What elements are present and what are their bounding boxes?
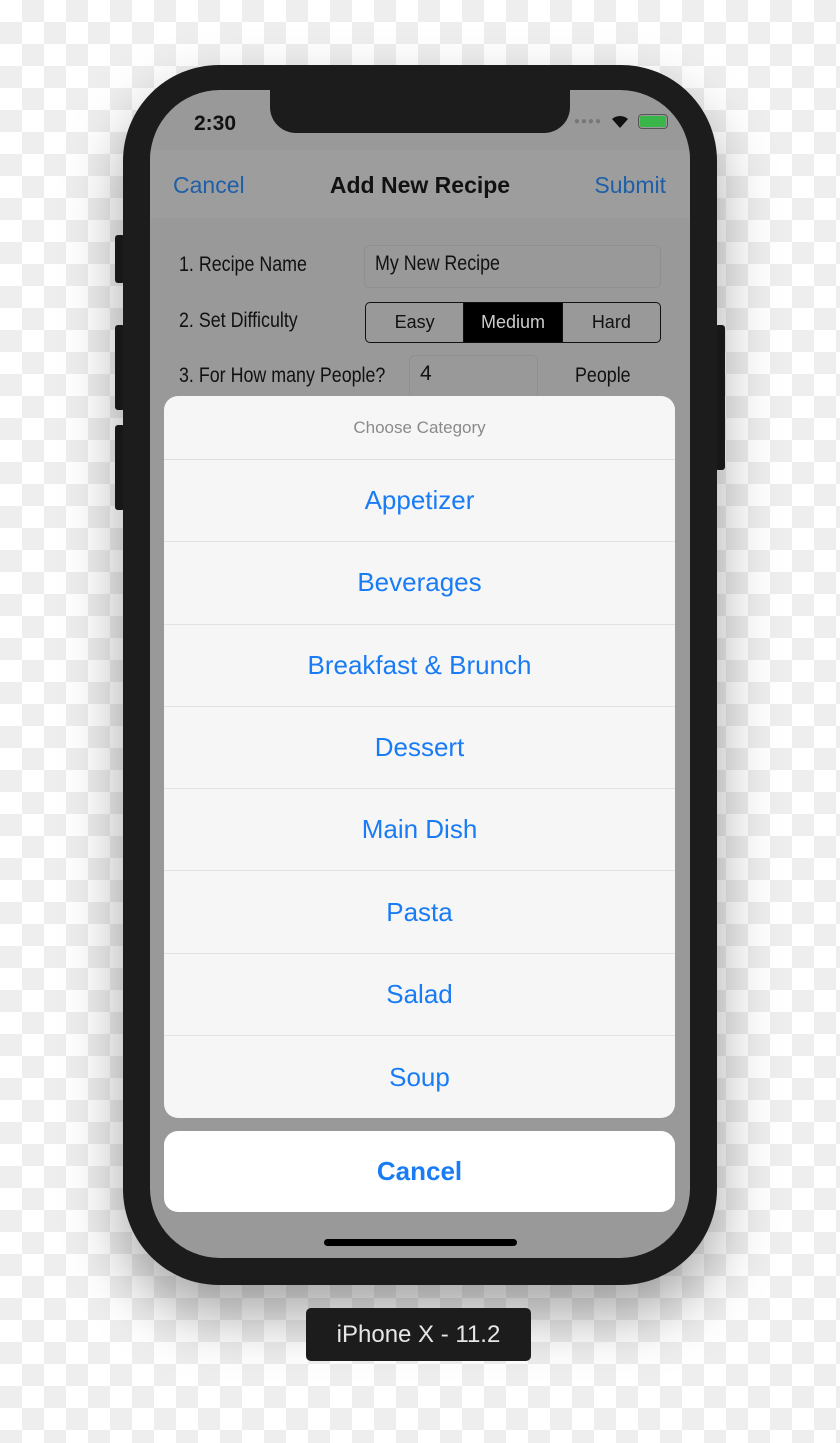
action-sheet-cancel-button[interactable]: Cancel: [164, 1131, 675, 1212]
screen: 2:30 ●●●● Cancel Add New Recipe Submit 1…: [150, 90, 690, 1258]
device-label: iPhone X - 11.2: [306, 1308, 531, 1361]
difficulty-label: 2. Set Difficulty: [179, 309, 298, 332]
category-option[interactable]: Pasta: [164, 871, 675, 954]
category-option[interactable]: Beverages: [164, 542, 675, 625]
segment-hard[interactable]: Hard: [563, 303, 660, 342]
difficulty-segmented-control[interactable]: Easy Medium Hard: [365, 302, 661, 343]
category-option[interactable]: Appetizer: [164, 460, 675, 543]
category-option[interactable]: Soup: [164, 1036, 675, 1118]
recipe-name-value: My New Recipe: [375, 252, 500, 275]
recipe-name-label: 1. Recipe Name: [179, 253, 307, 276]
status-time: 2:30: [194, 112, 237, 135]
segment-medium[interactable]: Medium: [464, 303, 563, 342]
notch: [270, 90, 570, 133]
people-label: 3. For How many People?: [179, 364, 386, 387]
category-option[interactable]: Main Dish: [164, 789, 675, 872]
people-unit-label: People: [575, 364, 631, 387]
people-value: 4: [420, 362, 432, 385]
category-option[interactable]: Dessert: [164, 707, 675, 790]
category-action-sheet: Choose Category Appetizer Beverages Brea…: [164, 396, 675, 1118]
wifi-icon: [612, 115, 628, 128]
battery-charging-icon: [638, 114, 668, 129]
submit-button[interactable]: Submit: [594, 172, 666, 199]
segment-easy[interactable]: Easy: [366, 303, 465, 342]
navigation-bar: Cancel Add New Recipe Submit: [150, 150, 690, 218]
action-sheet-title: Choose Category: [164, 396, 675, 460]
signal-dots-icon: ●●●●: [573, 116, 602, 127]
category-option[interactable]: Breakfast & Brunch: [164, 625, 675, 707]
recipe-name-input[interactable]: My New Recipe: [364, 245, 661, 288]
status-icons: ●●●●: [574, 114, 668, 129]
home-indicator[interactable]: [324, 1239, 517, 1246]
people-input[interactable]: 4: [409, 355, 538, 400]
category-option[interactable]: Salad: [164, 954, 675, 1037]
